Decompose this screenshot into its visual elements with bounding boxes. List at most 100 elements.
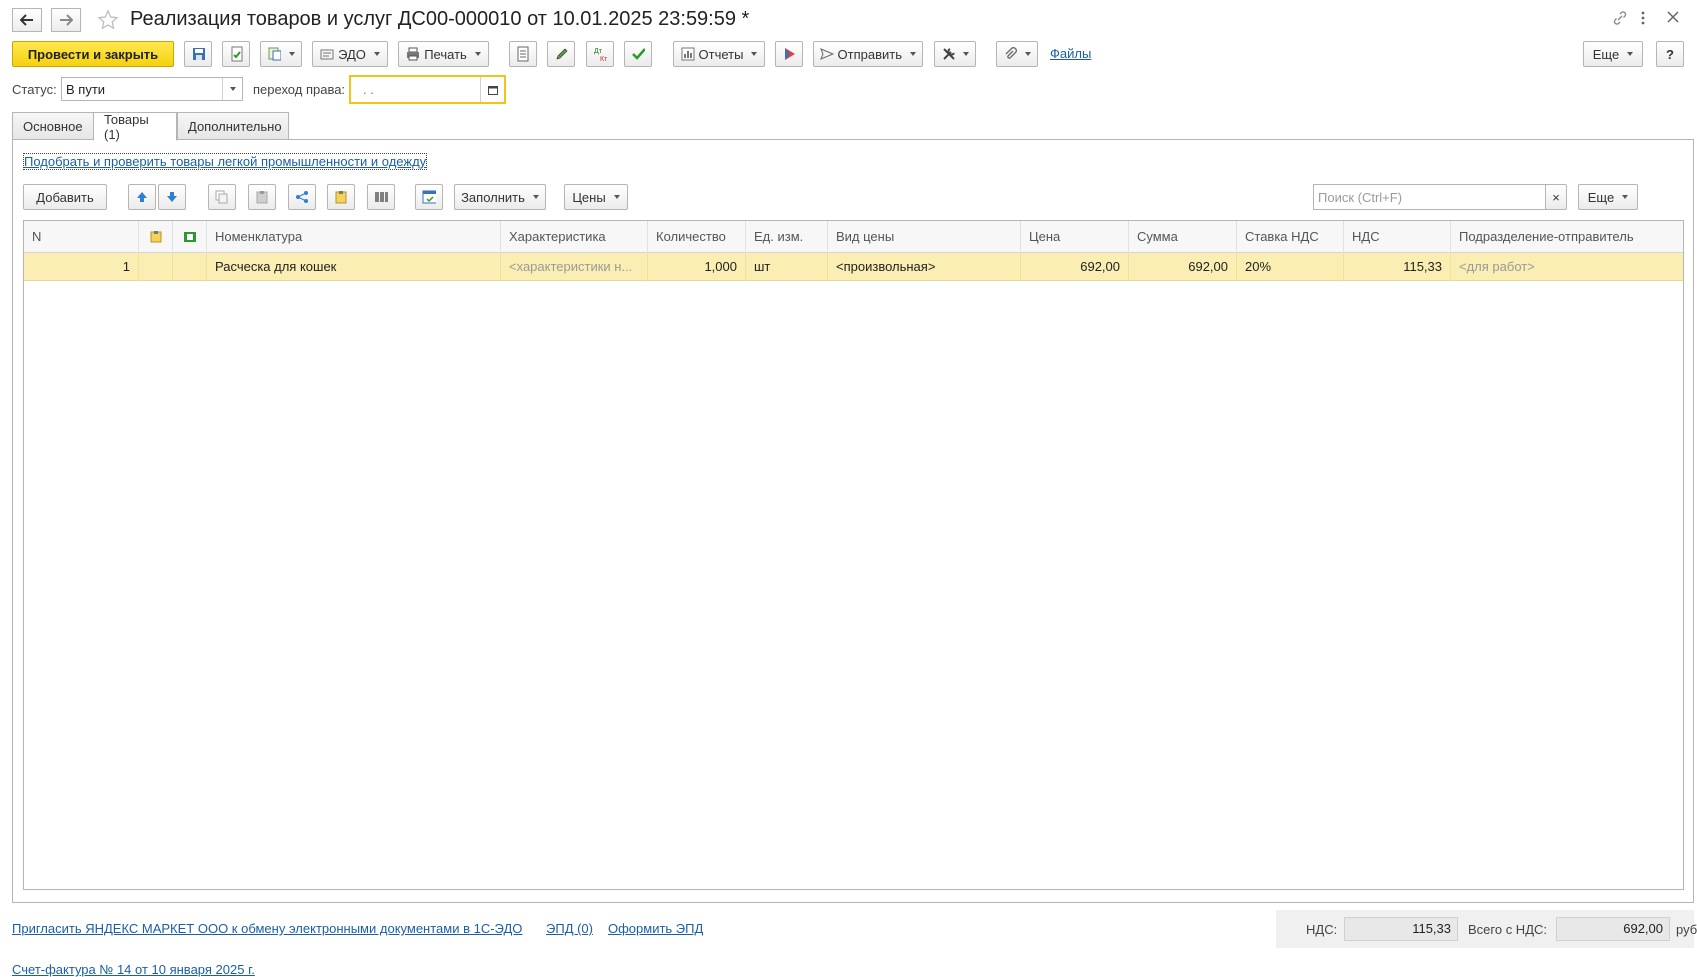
tab-main[interactable]: Основное <box>12 112 94 140</box>
cell-marking[interactable] <box>139 253 173 281</box>
edo-menu-button[interactable]: ЭДО <box>312 41 388 67</box>
cell-division[interactable]: <для работ> <box>1451 253 1683 281</box>
forward-button[interactable] <box>51 8 81 32</box>
check-button[interactable] <box>624 41 652 67</box>
send-colored-icon <box>785 48 795 60</box>
cell-sum[interactable]: 692,00 <box>1129 253 1237 281</box>
send-menu-button[interactable]: Отправить <box>813 41 923 67</box>
document-title: Реализация товаров и услуг ДС00-000010 о… <box>130 8 750 30</box>
create-based-icon <box>268 47 281 61</box>
floppy-icon <box>193 48 205 60</box>
svg-text:Кт: Кт <box>600 56 607 62</box>
attach-menu-button[interactable] <box>996 41 1038 67</box>
barcode-button[interactable] <box>367 184 395 210</box>
tab-goods[interactable]: Товары (1) <box>93 112 177 142</box>
marking-button[interactable] <box>327 184 355 210</box>
move-up-button[interactable] <box>128 184 156 210</box>
calendar-icon[interactable] <box>480 77 504 102</box>
status-select[interactable]: В пути <box>61 77 243 101</box>
checklist-icon <box>422 190 436 204</box>
more-menu-button[interactable]: Еще <box>1583 41 1643 67</box>
journal-button[interactable] <box>509 41 537 67</box>
table-row[interactable]: 1 Расческа для кошек <характеристики н..… <box>24 253 1683 281</box>
link-icon[interactable] <box>1612 10 1628 29</box>
create-based-on-button[interactable] <box>260 41 302 67</box>
invoice-link[interactable]: Счет-фактура № 14 от 10 января 2025 г. <box>12 962 255 977</box>
fill-menu-button[interactable]: Заполнить <box>454 184 546 210</box>
goods-more-menu-button[interactable]: Еще <box>1578 184 1638 210</box>
col-price-type[interactable]: Вид цены <box>828 221 1021 253</box>
pick-goods-link[interactable]: Подобрать и проверить товары легкой пром… <box>22 153 428 170</box>
share-icon <box>296 191 308 203</box>
col-nomenclature[interactable]: Номенклатура <box>207 221 501 253</box>
goods-table: N Номенклатура Характеристика Количество… <box>23 220 1684 890</box>
save-button[interactable] <box>184 41 212 67</box>
dt-kt-button[interactable]: Дт Кт <box>586 41 614 67</box>
print-menu-button[interactable]: Печать <box>398 41 489 67</box>
transfer-label: переход права: <box>253 82 346 97</box>
back-button[interactable] <box>12 8 42 32</box>
cell-unit[interactable]: шт <box>746 253 828 281</box>
cell-price-type[interactable]: <произвольная> <box>828 253 1021 281</box>
cell-characteristic[interactable]: <характеристики н... <box>501 253 648 281</box>
reports-menu-button[interactable]: Отчеты <box>673 41 765 67</box>
transfer-date-input[interactable]: . . <box>349 75 506 104</box>
grand-total-label: Всего с НДС: <box>1468 922 1548 937</box>
svg-text:Дт: Дт <box>594 48 603 55</box>
tools-menu-button[interactable] <box>934 41 976 67</box>
col-vat-rate[interactable]: Ставка НДС <box>1237 221 1344 253</box>
prices-menu-button[interactable]: Цены <box>564 184 628 210</box>
help-button[interactable]: ? <box>1656 41 1684 67</box>
split-row-button[interactable] <box>288 184 316 210</box>
close-icon[interactable] <box>1666 10 1680 27</box>
move-down-button[interactable] <box>158 184 186 210</box>
col-marking-icon[interactable] <box>139 221 173 253</box>
col-division[interactable]: Подразделение-отправитель <box>1451 221 1683 253</box>
checkmark-icon <box>632 48 645 60</box>
invite-edo-link[interactable]: Пригласить ЯНДЕКС МАРКЕТ ООО к обмену эл… <box>12 921 522 936</box>
cell-price[interactable]: 692,00 <box>1021 253 1129 281</box>
col-price[interactable]: Цена <box>1021 221 1129 253</box>
cell-vat[interactable]: 115,33 <box>1344 253 1451 281</box>
epd-link[interactable]: ЭПД (0) <box>546 921 593 936</box>
add-row-button[interactable]: Добавить <box>23 184 107 210</box>
cell-quantity[interactable]: 1,000 <box>648 253 746 281</box>
grand-total-value: 692,00 <box>1556 917 1670 941</box>
tools-icon <box>943 48 955 60</box>
cell-n[interactable]: 1 <box>24 253 139 281</box>
col-quantity[interactable]: Количество <box>648 221 746 253</box>
paste-button[interactable] <box>248 184 276 210</box>
col-characteristic[interactable]: Характеристика <box>501 221 648 253</box>
paperclip-icon <box>1005 47 1017 59</box>
copy-button[interactable] <box>208 184 236 210</box>
post-button[interactable] <box>222 41 250 67</box>
col-vat[interactable]: НДС <box>1344 221 1451 253</box>
make-epd-link[interactable]: Оформить ЭПД <box>608 921 703 936</box>
cell-excise[interactable] <box>173 253 207 281</box>
col-n[interactable]: N <box>24 221 139 253</box>
tab-additional[interactable]: Дополнительно <box>177 112 289 140</box>
post-and-close-button[interactable]: Провести и закрыть <box>12 41 174 67</box>
report-icon <box>681 47 695 61</box>
share-colored-button[interactable] <box>775 41 803 67</box>
pencil-icon <box>556 48 568 60</box>
vat-total-value: 115,33 <box>1344 917 1458 941</box>
search-clear-button[interactable]: × <box>1545 184 1567 210</box>
arrow-left-icon <box>20 14 33 26</box>
send-icon <box>820 48 834 60</box>
search-input[interactable]: Поиск (Ctrl+F) <box>1313 184 1546 210</box>
files-link[interactable]: Файлы <box>1050 46 1091 61</box>
col-excise-icon[interactable] <box>173 221 207 253</box>
check-list-button[interactable] <box>415 184 443 210</box>
favorite-star-icon[interactable] <box>97 9 119 34</box>
cell-nomenclature[interactable]: Расческа для кошек <box>207 253 501 281</box>
col-unit[interactable]: Ед. изм. <box>746 221 828 253</box>
chevron-down-icon[interactable] <box>222 78 242 100</box>
status-label: Статус: <box>12 82 57 97</box>
edit-button[interactable] <box>547 41 575 67</box>
menu-dots-icon[interactable] <box>1640 10 1650 26</box>
arrow-up-icon <box>137 192 147 202</box>
col-sum[interactable]: Сумма <box>1129 221 1237 253</box>
totals-panel: НДС: 115,33 Всего с НДС: 692,00 руб. <box>1276 910 1697 948</box>
cell-vat-rate[interactable]: 20% <box>1237 253 1344 281</box>
